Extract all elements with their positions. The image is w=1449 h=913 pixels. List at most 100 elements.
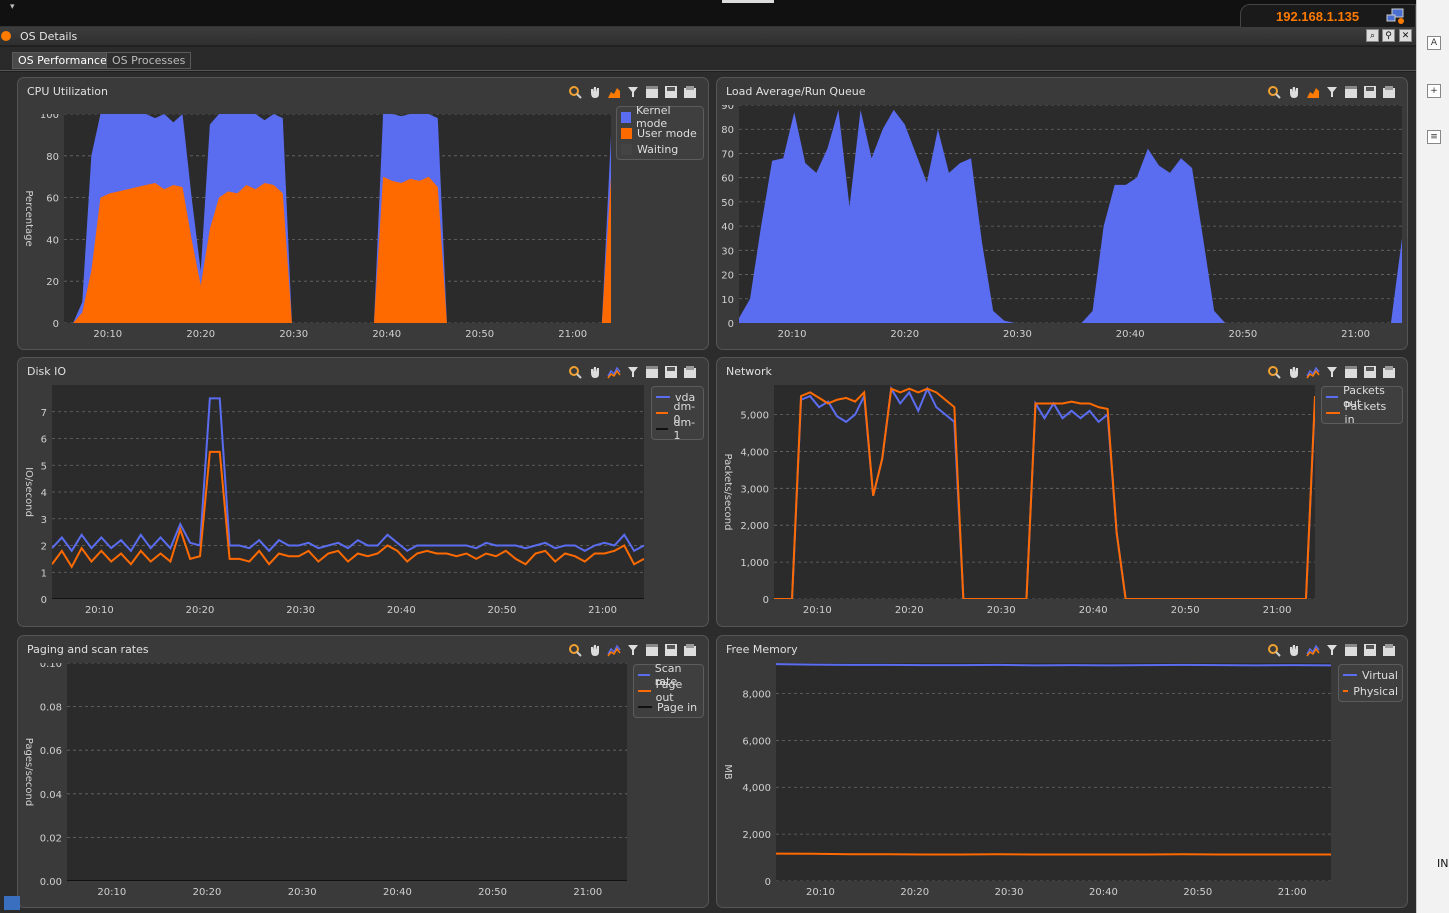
tab-label: OS Performance	[18, 54, 107, 67]
paging-x-axis: 20:10 20:20 20:30 20:40 20:50 21:00	[97, 887, 602, 898]
table-icon[interactable]	[1343, 84, 1359, 99]
y-tick-label: 80	[46, 152, 59, 163]
legend-item-waiting[interactable]: Waiting	[621, 141, 699, 157]
legend-item-physical[interactable]: Physical	[1343, 683, 1398, 699]
tab-os-processes[interactable]: OS Processes	[106, 52, 192, 69]
export-icon[interactable]	[1381, 364, 1397, 379]
x-tick-label: 21:00	[573, 887, 602, 898]
y-tick-label: 0.00	[40, 877, 62, 888]
export-icon[interactable]	[1381, 642, 1397, 657]
table-icon[interactable]	[644, 84, 660, 99]
x-tick-label: 21:00	[1341, 329, 1370, 340]
legend-item-dm1[interactable]: dm-1	[656, 416, 699, 442]
cpu-chart-svg[interactable]	[64, 113, 611, 324]
os-details-icon[interactable]	[4, 896, 20, 910]
save-icon[interactable]	[663, 84, 679, 99]
export-icon[interactable]	[682, 642, 698, 657]
x-tick-label: 20:20	[900, 887, 929, 898]
filter-icon[interactable]	[1324, 364, 1340, 379]
chart-type-icon[interactable]	[606, 364, 622, 379]
chart-type-icon[interactable]	[1305, 84, 1321, 99]
text-icon[interactable]: A	[1427, 36, 1441, 50]
panel-toolbar	[1267, 84, 1397, 100]
legend-item-packets-in[interactable]: Packets in	[1326, 400, 1398, 426]
legend-label: User mode	[637, 126, 697, 140]
pan-icon[interactable]	[587, 84, 603, 99]
y-tick-label: 0.04	[40, 790, 62, 801]
y-tick-label: 0.06	[40, 746, 62, 757]
x-tick-label: 20:50	[1183, 887, 1212, 898]
load-x-axis: 20:10 20:20 20:30 20:40 20:50 21:00	[778, 329, 1370, 340]
tab-os-performance[interactable]: OS Performance	[12, 52, 113, 69]
legend-item-user[interactable]: User mode	[621, 125, 699, 141]
chart-type-icon[interactable]	[606, 84, 622, 99]
legend-item-page-out[interactable]: Page out	[638, 678, 699, 704]
y-tick-label: 8,000	[742, 689, 771, 700]
zoom-icon[interactable]	[568, 642, 584, 657]
save-icon[interactable]	[1362, 364, 1378, 379]
panel-toolbar	[568, 84, 698, 100]
table-icon[interactable]	[1343, 364, 1359, 379]
legend-swatch	[638, 690, 651, 692]
memory-chart-svg[interactable]	[775, 663, 1332, 882]
filter-icon[interactable]	[625, 642, 641, 657]
filter-icon[interactable]	[625, 364, 641, 379]
search-icon[interactable]: ⌕	[1366, 29, 1379, 42]
network-chart-svg[interactable]	[774, 385, 1316, 600]
disk-chart-svg[interactable]	[51, 385, 645, 600]
x-tick-label: 20:20	[895, 605, 924, 616]
legend-swatch	[621, 143, 632, 155]
zoom-icon[interactable]	[1267, 642, 1283, 657]
add-icon[interactable]: +	[1427, 84, 1441, 98]
export-icon[interactable]	[682, 364, 698, 379]
x-tick-label: 21:00	[1278, 887, 1307, 898]
zoom-icon[interactable]	[568, 84, 584, 99]
pan-icon[interactable]	[1286, 84, 1302, 99]
legend-item-page-in[interactable]: Page in	[638, 699, 699, 715]
panel-title: Network	[726, 365, 772, 378]
y-tick-label: 3,000	[740, 484, 769, 495]
y-tick-label: 0.08	[40, 703, 62, 714]
pan-icon[interactable]	[1286, 364, 1302, 379]
menu-dropdown-icon[interactable]: ▾	[10, 2, 15, 12]
table-icon[interactable]	[644, 642, 660, 657]
pin-icon[interactable]: ⚲	[1382, 29, 1395, 42]
export-icon[interactable]	[682, 84, 698, 99]
table-icon[interactable]	[1343, 642, 1359, 657]
legend-label: dm-1	[673, 416, 696, 442]
network-status-icon[interactable]	[1386, 8, 1406, 24]
pan-icon[interactable]	[587, 642, 603, 657]
network-x-axis: 20:10 20:20 20:30 20:40 20:50 21:00	[803, 605, 1292, 616]
chart-type-icon[interactable]	[1305, 364, 1321, 379]
load-chart-svg[interactable]	[739, 104, 1402, 324]
close-icon[interactable]: ✕	[1399, 29, 1412, 42]
legend-item-kernel[interactable]: Kernel mode	[621, 104, 699, 130]
chart-type-icon[interactable]	[606, 642, 622, 657]
document-icon[interactable]: ≡	[1427, 130, 1441, 144]
zoom-icon[interactable]	[568, 364, 584, 379]
table-icon[interactable]	[644, 364, 660, 379]
save-icon[interactable]	[663, 364, 679, 379]
filter-icon[interactable]	[625, 84, 641, 99]
pan-icon[interactable]	[587, 364, 603, 379]
legend-item-virtual[interactable]: Virtual	[1343, 667, 1398, 683]
pan-icon[interactable]	[1286, 642, 1302, 657]
y-tick-label: 7	[41, 408, 47, 419]
filter-icon[interactable]	[1324, 84, 1340, 99]
y-tick-label: 6	[41, 435, 47, 446]
paging-chart-svg[interactable]	[67, 662, 627, 882]
window-grip	[722, 0, 774, 3]
save-icon[interactable]	[663, 642, 679, 657]
legend-swatch	[656, 428, 669, 430]
zoom-icon[interactable]	[1267, 84, 1283, 99]
filter-icon[interactable]	[1324, 642, 1340, 657]
network-panel: Network 0 1,000 2,000 3,000 4,000 5,000 Packet…	[716, 357, 1408, 627]
legend-label: Waiting	[637, 142, 679, 156]
export-icon[interactable]	[1381, 84, 1397, 99]
load-plot-area	[739, 104, 1402, 324]
save-icon[interactable]	[1362, 642, 1378, 657]
zoom-icon[interactable]	[1267, 364, 1283, 379]
chart-type-icon[interactable]	[1305, 642, 1321, 657]
save-icon[interactable]	[1362, 84, 1378, 99]
legend-label: Virtual	[1362, 668, 1398, 682]
